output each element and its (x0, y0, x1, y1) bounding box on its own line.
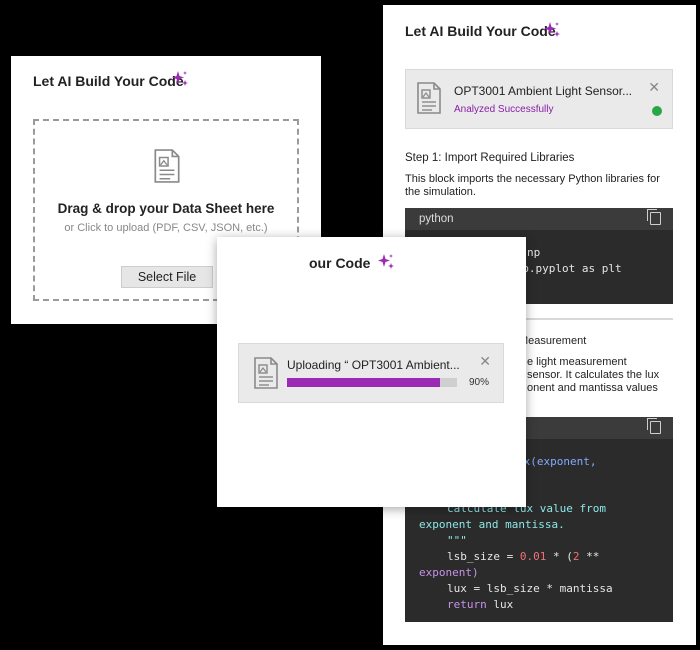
code-line: lsb_size = 0.01 * (2 ** (447, 550, 600, 563)
select-file-button[interactable]: Select File (121, 266, 213, 288)
upload-hint-text: or Click to upload (PDF, CSV, JSON, etc.… (64, 222, 268, 234)
uploading-file-name: Uploading “ OPT3001 Ambient... (287, 358, 460, 372)
document-icon (417, 82, 441, 114)
document-icon (254, 357, 278, 389)
copy-icon[interactable] (647, 418, 661, 434)
document-icon (154, 149, 180, 183)
uploading-file-row: Uploading “ OPT3001 Ambient... ✕ 90% (238, 343, 504, 403)
close-icon[interactable]: ✕ (479, 354, 491, 368)
step2-description-line: sensor. It calculates the lux (527, 369, 660, 381)
sparkle-icon (544, 22, 560, 37)
step1-description: This block imports the necessary Python … (405, 173, 660, 198)
step1-title: Step 1: Import Required Libraries (405, 152, 575, 164)
close-icon[interactable]: ✕ (648, 80, 660, 94)
upload-progress-label: 90% (468, 377, 489, 388)
copy-icon[interactable] (647, 209, 661, 225)
step2-description-line: onent and mantissa values (527, 382, 658, 394)
upload-card-title: Let AI Build Your Code (33, 73, 184, 89)
code-language-label: python (405, 208, 673, 230)
panel-title: Let AI Build Your Code (405, 23, 556, 39)
analyzed-file-row: OPT3001 Ambient Light Sensor... Analyzed… (405, 69, 673, 129)
step2-description-line: e light measurement (527, 356, 627, 368)
step2-title: Measurement (519, 335, 587, 347)
upload-progress-bar (287, 378, 457, 387)
code-line: """ (447, 534, 467, 547)
uploading-card-title: our Code (309, 255, 371, 271)
file-status: Analyzed Successfully (454, 104, 554, 115)
upload-progress-fill (287, 378, 440, 387)
file-name: OPT3001 Ambient Light Sensor... (454, 84, 633, 98)
code-line: lux = lsb_size * mantissa (447, 582, 613, 595)
code-line: exponent and mantissa. (419, 518, 565, 531)
code-line: exponent) (419, 566, 479, 579)
success-check-icon (652, 106, 662, 116)
sparkle-icon (378, 254, 394, 269)
sparkle-icon (172, 71, 188, 86)
uploading-card: our Code Uploading “ OPT3001 Ambient... … (217, 237, 526, 507)
code-line: np (527, 246, 541, 259)
drag-drop-text: Drag & drop your Data Sheet here (57, 201, 275, 216)
code-line: return lux (447, 598, 514, 611)
code-line: ux(exponent, (517, 455, 597, 468)
